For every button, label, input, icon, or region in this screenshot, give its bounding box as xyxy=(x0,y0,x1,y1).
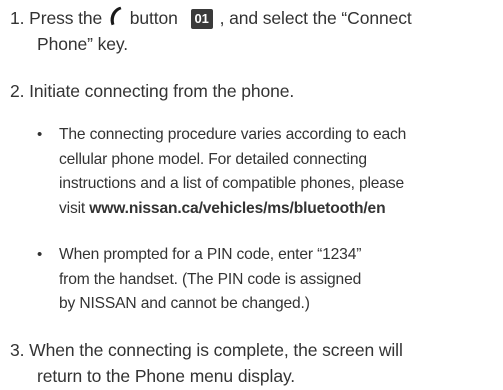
bullet-item-pin-code: • When prompted for a PIN code, enter “1… xyxy=(37,243,362,317)
step-1-prefix: 1. Press the xyxy=(10,8,103,28)
bullet-1-line-2: cellular phone model. For detailed conne… xyxy=(59,150,367,168)
bullet-1-line-4: visit www.nissan.ca/vehicles/ms/bluetoot… xyxy=(59,197,406,222)
bullet-marker: • xyxy=(37,126,43,143)
step-1-line-2: Phone” key. xyxy=(37,34,128,54)
step-3: 3. When the connecting is complete, the … xyxy=(10,337,403,389)
button-number-badge: 01 xyxy=(190,9,213,29)
phone-handset-icon xyxy=(109,6,123,26)
step-3-line-1: 3. When the connecting is complete, the … xyxy=(10,340,403,360)
step-3-line-2: return to the Phone menu display. xyxy=(37,366,296,386)
instruction-document: 1. Press the button 01 , and select the … xyxy=(0,0,503,390)
step-1-suffix: , and select the “Connect xyxy=(219,8,412,28)
bullet-2-line-3: by NISSAN and cannot be changed.) xyxy=(59,295,310,312)
step-2-line-1: 2. Initiate connecting from the phone. xyxy=(10,81,295,101)
bullet-2-line-2: from the handset. (The PIN code is assig… xyxy=(59,270,362,288)
step-2: 2. Initiate connecting from the phone. xyxy=(10,78,294,104)
step-1: 1. Press the button 01 , and select the … xyxy=(10,5,412,57)
bluetooth-url-link[interactable]: www.nissan.ca/vehicles/ms/bluetooth/en xyxy=(89,200,385,217)
bullet-marker: • xyxy=(37,246,43,263)
bullet-1-line-1: The connecting procedure varies accordin… xyxy=(59,126,407,143)
bullet-2-line-1: When prompted for a PIN code, enter “123… xyxy=(59,246,362,263)
bullet-1-line-3: instructions and a list of compatible ph… xyxy=(59,175,405,192)
bullet-1-visit-text: visit xyxy=(59,199,86,217)
bullet-item-connecting-procedure: • The connecting procedure varies accord… xyxy=(37,123,407,222)
step-1-button-word: button xyxy=(129,8,178,28)
step-1-line-1: 1. Press the button 01 , and select the … xyxy=(10,5,412,31)
